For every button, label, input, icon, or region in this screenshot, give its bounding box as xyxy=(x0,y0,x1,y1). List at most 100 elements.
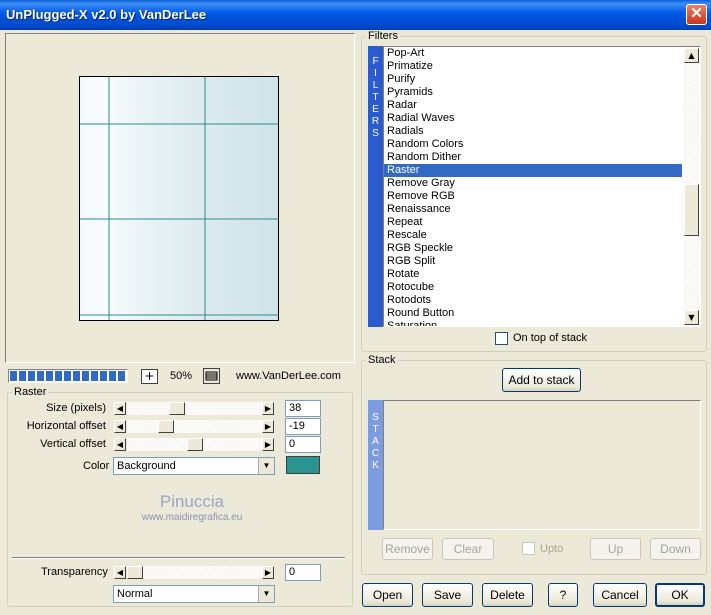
arrow-right-icon: ▶ xyxy=(264,568,272,577)
color-swatch[interactable] xyxy=(286,456,320,474)
open-button[interactable]: Open xyxy=(362,583,413,607)
filter-item[interactable]: Random Colors xyxy=(384,138,682,151)
vertical-offset-right-button[interactable]: ▶ xyxy=(262,438,274,451)
plus-icon: + xyxy=(144,369,155,383)
filters-list[interactable]: Pop-Art Primatize Purify Pyramids Radar Radia… xyxy=(383,46,701,327)
filter-item[interactable]: Pyramids xyxy=(384,86,682,99)
transparency-input[interactable]: 0 xyxy=(285,564,321,581)
remove-button[interactable]: Remove xyxy=(382,538,433,560)
arrow-left-icon: ◀ xyxy=(116,568,124,577)
on-top-label: On top of stack xyxy=(513,332,587,344)
vertical-offset-slider[interactable] xyxy=(127,438,262,451)
filter-item[interactable]: Random Dither xyxy=(384,151,682,164)
blend-mode-value: Normal xyxy=(117,588,153,600)
filter-item[interactable]: Rotodots xyxy=(384,294,682,307)
filter-item[interactable]: Renaissance xyxy=(384,203,682,216)
down-button[interactable]: Down xyxy=(650,538,701,560)
filter-item[interactable]: Rotocube xyxy=(384,281,682,294)
add-to-stack-button[interactable]: Add to stack xyxy=(502,368,581,392)
filter-item[interactable]: Pop-Art xyxy=(384,47,682,60)
scroll-up-button[interactable]: ▲ xyxy=(684,48,699,63)
filter-item[interactable]: Saturation xyxy=(384,320,682,326)
upto-label: Upto xyxy=(540,543,564,555)
progress-block xyxy=(109,371,116,381)
ok-button[interactable]: OK xyxy=(655,583,705,607)
size-pixels-left-button[interactable]: ◀ xyxy=(114,402,126,415)
zoom-fit-button[interactable] xyxy=(203,368,220,384)
filters-scrollbar[interactable]: ▲ ▼ xyxy=(683,47,700,326)
close-icon: ✕ xyxy=(690,5,703,22)
progress-block xyxy=(55,371,62,381)
arrow-up-icon: ▲ xyxy=(688,51,695,60)
horizontal-offset-right-button[interactable]: ▶ xyxy=(262,420,274,433)
scroll-thumb[interactable] xyxy=(684,184,699,236)
side-label-letter: R xyxy=(371,116,380,127)
size-pixels-slider-thumb[interactable] xyxy=(169,402,185,415)
arrow-left-icon: ◀ xyxy=(116,422,124,431)
delete-button[interactable]: Delete xyxy=(482,583,533,607)
filter-item[interactable]: Radar xyxy=(384,99,682,112)
watermark-title: Pinuccia xyxy=(159,492,225,511)
progress-bar xyxy=(8,369,128,383)
zoom-in-button[interactable]: + xyxy=(141,369,158,384)
progress-block xyxy=(10,371,17,381)
filter-item[interactable]: Remove RGB xyxy=(384,190,682,203)
filter-item[interactable]: Rotate xyxy=(384,268,682,281)
filter-item[interactable]: RGB Speckle xyxy=(384,242,682,255)
side-label-letter: S xyxy=(372,128,379,139)
filter-item[interactable]: Radials xyxy=(384,125,682,138)
raster-grid xyxy=(80,77,278,320)
size-pixels-input[interactable]: 38 xyxy=(285,400,321,417)
vertical-offset-left-button[interactable]: ◀ xyxy=(114,438,126,451)
filters-group-label: Filters xyxy=(366,30,400,42)
size-pixels-slider[interactable] xyxy=(127,402,262,415)
chevron-down-icon: ▼ xyxy=(258,458,274,474)
preview-panel[interactable] xyxy=(5,33,355,363)
vertical-offset-input[interactable]: 0 xyxy=(285,436,321,453)
side-label-letter: T xyxy=(372,92,379,103)
filter-item[interactable]: Round Button xyxy=(384,307,682,320)
transparency-slider-thumb[interactable] xyxy=(127,566,143,579)
arrow-right-icon: ▶ xyxy=(264,404,272,413)
progress-block xyxy=(19,371,26,381)
progress-block xyxy=(73,371,80,381)
progress-block xyxy=(28,371,35,381)
scroll-down-button[interactable]: ▼ xyxy=(684,310,699,325)
blend-mode-select[interactable]: Normal ▼ xyxy=(113,585,275,603)
filter-item[interactable]: Repeat xyxy=(384,216,682,229)
horizontal-offset-left-button[interactable]: ◀ xyxy=(114,420,126,433)
save-button[interactable]: Save xyxy=(422,583,473,607)
transparency-left-button[interactable]: ◀ xyxy=(114,566,126,579)
transparency-right-button[interactable]: ▶ xyxy=(262,566,274,579)
side-label-letter: C xyxy=(371,448,380,459)
transparency-slider[interactable] xyxy=(127,566,262,579)
help-button[interactable]: ? xyxy=(548,583,578,607)
filter-item[interactable]: Rescale xyxy=(384,229,682,242)
stack-list[interactable] xyxy=(383,400,701,530)
clear-button[interactable]: Clear xyxy=(442,538,494,560)
filter-item[interactable]: Remove Gray xyxy=(384,177,682,190)
horizontal-offset-slider-thumb[interactable] xyxy=(158,420,174,433)
grid-icon xyxy=(205,371,218,381)
filter-item[interactable]: Raster xyxy=(384,164,682,177)
side-label-letter: L xyxy=(372,80,379,91)
cancel-button[interactable]: Cancel xyxy=(593,583,647,607)
size-pixels-right-button[interactable]: ▶ xyxy=(262,402,274,415)
vertical-offset-slider-thumb[interactable] xyxy=(187,438,203,451)
color-source-select[interactable]: Background ▼ xyxy=(113,457,275,475)
filter-item[interactable]: Primatize xyxy=(384,60,682,73)
horizontal-offset-slider[interactable] xyxy=(127,420,262,433)
filter-item[interactable]: Radial Waves xyxy=(384,112,682,125)
title-bar: UnPlugged-X v2.0 by VanDerLee ✕ xyxy=(0,0,711,30)
close-button[interactable]: ✕ xyxy=(686,4,707,25)
horizontal-offset-input[interactable]: -19 xyxy=(285,418,321,435)
filter-item[interactable]: RGB Split xyxy=(384,255,682,268)
filter-item[interactable]: Purify xyxy=(384,73,682,86)
preview-image xyxy=(79,76,279,321)
raster-group-label: Raster xyxy=(12,386,49,398)
upto-checkbox[interactable] xyxy=(522,542,535,555)
website-link[interactable]: www.VanDerLee.com xyxy=(236,370,341,382)
up-button[interactable]: Up xyxy=(590,538,641,560)
on-top-checkbox[interactable] xyxy=(495,332,508,345)
progress-block xyxy=(64,371,71,381)
